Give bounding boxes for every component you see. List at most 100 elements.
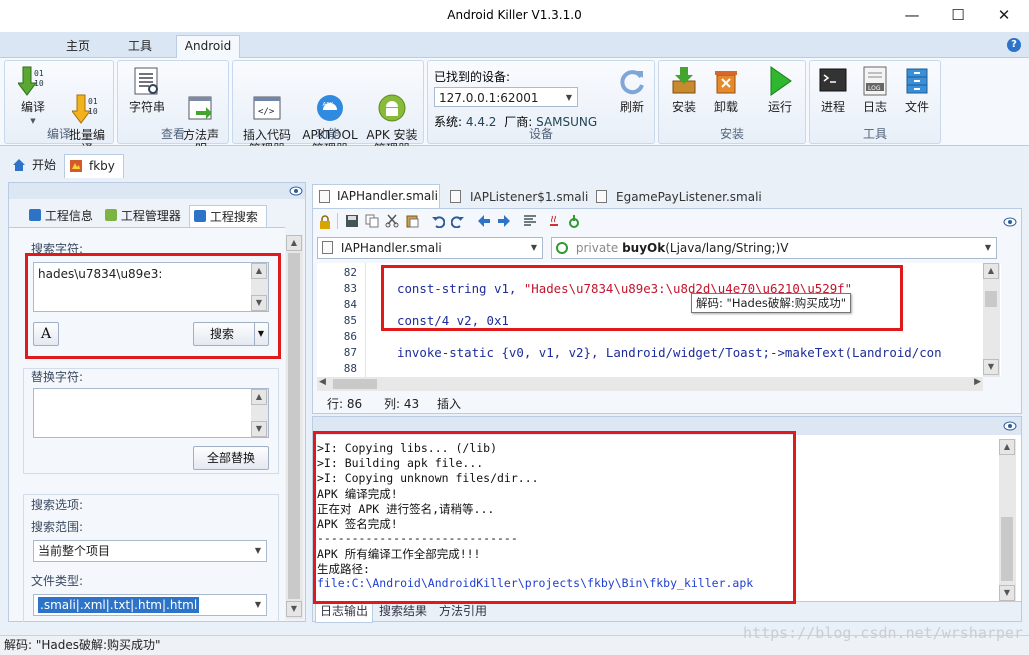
- group-compile-label: 编译: [46, 127, 71, 141]
- uninstall-bin-icon: [711, 65, 741, 97]
- log-doc-icon: LOG: [860, 65, 890, 97]
- method-select[interactable]: private buyOk(Ljava/lang/String;)V ▼: [551, 237, 997, 259]
- jump-icon[interactable]: [567, 214, 581, 228]
- refresh-button[interactable]: 刷新: [612, 65, 652, 114]
- android-robot-icon: [377, 79, 407, 122]
- scroll-down-icon[interactable]: ▼: [286, 601, 302, 617]
- home-icon: [13, 159, 25, 171]
- binary-bottom-text-2: 10: [88, 107, 98, 116]
- file-tab-iaphandler[interactable]: IAPHandler.smali: [312, 184, 440, 208]
- scroll-up-icon[interactable]: ▲: [983, 263, 999, 279]
- file-tab-egamepaylistener-label: EgamePayListener.smali: [616, 190, 762, 204]
- scroll-up-icon[interactable]: ▲: [999, 439, 1015, 455]
- left-tab-project-search[interactable]: 工程搜索: [189, 205, 267, 227]
- binary-bottom-text: 10: [34, 79, 44, 88]
- eye-icon[interactable]: [1003, 421, 1017, 431]
- cut-icon[interactable]: [385, 214, 399, 228]
- doc-tab-fkby[interactable]: fkby: [64, 154, 124, 178]
- log-highlight-box: [313, 431, 796, 604]
- toolbar-separator: [337, 213, 338, 229]
- run-button[interactable]: 运行: [759, 65, 801, 114]
- file-type-select[interactable]: .smali|.xml|.txt|.htm|.html ▼: [33, 594, 267, 616]
- scroll-up-icon[interactable]: ▲: [251, 389, 267, 405]
- refresh-label: 刷新: [619, 100, 644, 114]
- minimize-button[interactable]: —: [889, 0, 935, 32]
- line-numbers: 82 83 84 85 86 87 88: [317, 263, 365, 377]
- search-scope-select[interactable]: 当前整个项目 ▼: [33, 540, 267, 562]
- log-tab-search-results[interactable]: 搜索结果: [379, 601, 427, 623]
- tab-tools[interactable]: 工具: [118, 38, 162, 58]
- file-button[interactable]: 文件: [896, 65, 938, 114]
- code-horizontal-scrollbar[interactable]: ◀ ▶: [317, 377, 983, 391]
- replace-input[interactable]: ▲ ▼: [33, 388, 269, 438]
- scroll-thumb[interactable]: [288, 253, 300, 599]
- col-value: 43: [403, 397, 420, 411]
- scroll-down-icon[interactable]: ▼: [983, 359, 999, 375]
- tab-android[interactable]: Android: [176, 35, 240, 59]
- log-scrollbar[interactable]: ▲ ▼: [999, 439, 1016, 601]
- file-tab-iaplistener[interactable]: IAPListener$1.smali: [446, 188, 588, 206]
- ribbon-tab-bar: 主页 工具 Android ?: [0, 32, 1029, 59]
- save-icon[interactable]: [345, 214, 359, 228]
- left-tab-project-search-label: 工程搜索: [209, 210, 258, 224]
- forward-arrow-icon[interactable]: [497, 214, 511, 228]
- scroll-thumb[interactable]: [985, 291, 997, 307]
- replace-input-scrollbar[interactable]: ▲ ▼: [251, 389, 268, 437]
- file-tab-iaplistener-label: IAPListener$1.smali: [470, 190, 589, 204]
- tab-home[interactable]: 主页: [56, 38, 100, 58]
- code-tag-icon: </>: [252, 79, 282, 120]
- play-icon: [765, 65, 795, 97]
- left-panel-scrollbar[interactable]: ▲ ▼: [286, 235, 303, 619]
- scroll-up-icon[interactable]: ▲: [286, 235, 302, 251]
- file-icon: [596, 190, 607, 203]
- chevron-down-icon: ▼: [984, 243, 991, 252]
- device-select[interactable]: 127.0.0.1:62001 ▼: [434, 87, 578, 107]
- undo-icon[interactable]: [431, 214, 445, 228]
- replace-all-button[interactable]: 全部替换: [193, 446, 269, 470]
- android-small-icon: [105, 209, 117, 221]
- doc-tab-start[interactable]: 开始: [8, 154, 60, 178]
- code-keyword: invoke-static: [397, 345, 494, 360]
- eye-icon[interactable]: [1003, 217, 1017, 227]
- apk-badge-text: APK: [323, 102, 334, 108]
- log-button[interactable]: LOG 日志: [854, 65, 896, 114]
- log-tab-output[interactable]: 日志输出: [315, 601, 373, 623]
- doc-tab-fkby-label: fkby: [89, 159, 115, 173]
- file-tab-egamepaylistener[interactable]: EgamePayListener.smali: [592, 188, 762, 206]
- scroll-thumb[interactable]: [333, 379, 377, 389]
- close-button[interactable]: ✕: [981, 0, 1027, 32]
- lock-icon[interactable]: [319, 215, 331, 229]
- log-tab-method-refs[interactable]: 方法引用: [439, 601, 487, 623]
- search-scope-label: 搜索范围:: [31, 520, 84, 534]
- help-icon[interactable]: ?: [1007, 38, 1021, 52]
- string-button[interactable]: 字符串: [122, 65, 172, 114]
- install-button[interactable]: 安装: [663, 65, 705, 114]
- group-device: 已找到的设备: 127.0.0.1:62001 ▼ 系统: 4.4.2 厂商: …: [427, 60, 655, 144]
- compile-button[interactable]: 01 10 编译 ▼: [9, 65, 57, 128]
- eye-icon[interactable]: [289, 186, 303, 196]
- refresh-icon: [617, 65, 647, 97]
- scroll-thumb[interactable]: [1001, 517, 1013, 581]
- group-view: 字符串 方法声 明 查看: [117, 60, 229, 156]
- col-label: 列:: [383, 397, 401, 411]
- redo-icon[interactable]: [451, 214, 465, 228]
- class-select[interactable]: IAPHandler.smali ▼: [317, 237, 543, 259]
- format-icon[interactable]: [523, 214, 537, 228]
- scroll-left-icon[interactable]: ◀: [319, 377, 326, 387]
- process-button[interactable]: 进程: [812, 65, 854, 114]
- back-arrow-icon[interactable]: [477, 214, 491, 228]
- uninstall-button[interactable]: 卸载: [705, 65, 747, 114]
- left-tab-project-manager[interactable]: 工程管理器: [105, 207, 181, 227]
- chevron-down-icon: ▼: [565, 93, 572, 102]
- scroll-down-icon[interactable]: ▼: [251, 421, 267, 437]
- code-vertical-scrollbar[interactable]: ▲ ▼: [983, 263, 1000, 377]
- method-icon: [556, 242, 568, 254]
- paste-icon[interactable]: [405, 214, 419, 228]
- left-tab-project-info[interactable]: 工程信息: [29, 207, 93, 227]
- scroll-down-icon[interactable]: ▼: [999, 585, 1015, 601]
- scroll-right-icon[interactable]: ▶: [974, 377, 981, 387]
- copy-icon[interactable]: [365, 214, 379, 228]
- maximize-button[interactable]: ☐: [935, 0, 981, 32]
- file-label: 文件: [904, 100, 929, 114]
- java-icon[interactable]: [547, 214, 561, 228]
